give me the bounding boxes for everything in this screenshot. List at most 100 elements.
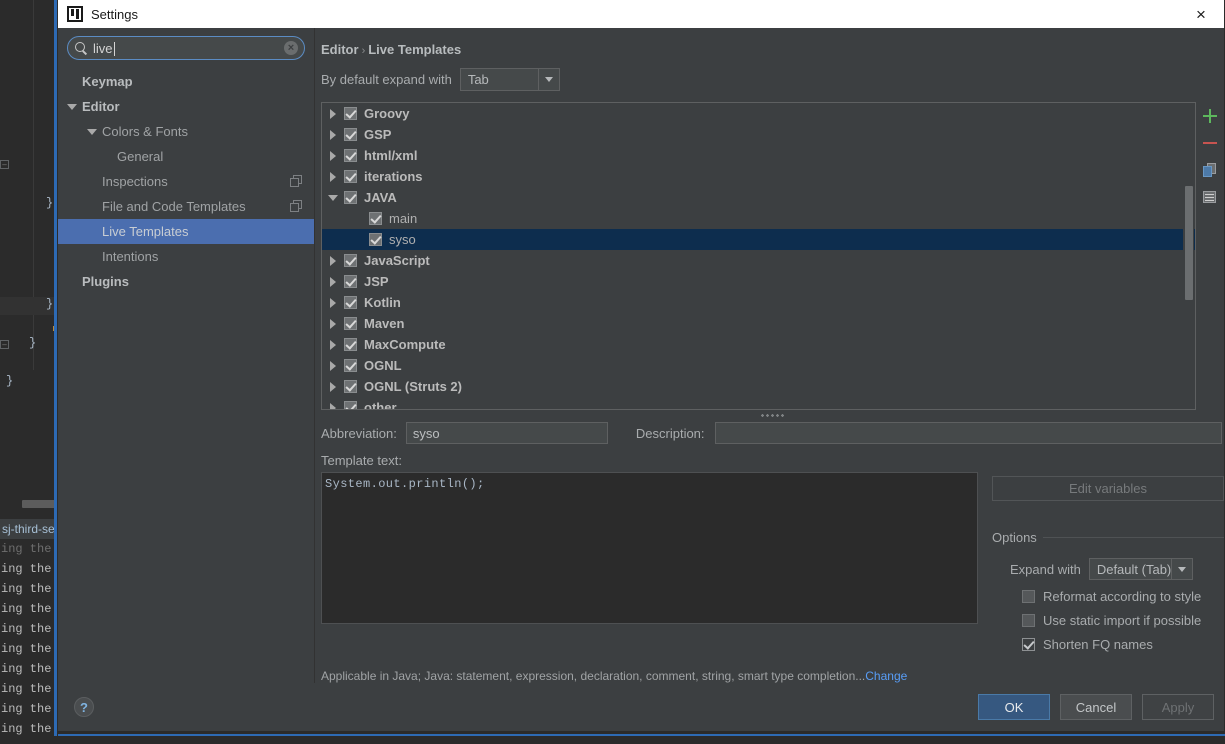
sidebar-item-colors-and-fonts[interactable]: Colors & Fonts [58,119,314,144]
duplicate-icon[interactable] [1202,189,1218,205]
sidebar-item-general[interactable]: General [58,144,314,169]
edit-variables-button[interactable]: Edit variables [992,476,1224,501]
template-text-editor[interactable]: System.out.println(); [321,472,978,624]
console-line: ing the ev [1,642,52,656]
checkbox[interactable] [344,170,357,183]
checkbox[interactable] [344,338,357,351]
chevron-right-icon[interactable] [328,318,338,329]
tree-row[interactable]: GSP [322,124,1195,145]
checkbox[interactable] [1022,590,1035,603]
tree-row[interactable]: MaxCompute [322,334,1195,355]
sidebar-item-intentions[interactable]: Intentions [58,244,314,269]
description-input[interactable] [714,422,1222,444]
templates-tree-container: Groovy GSP html/xml iterations JAVA main… [321,102,1224,410]
code-brace: } [46,297,54,311]
tree-row[interactable]: OGNL (Struts 2) [322,376,1195,397]
checkbox-label: Use static import if possible [1043,613,1202,628]
sidebar-item-inspections[interactable]: Inspections [58,169,314,194]
tree-scrollbar[interactable] [1183,104,1194,408]
checkbox[interactable] [344,128,357,141]
tree-row[interactable]: other [322,397,1195,409]
sidebar-item-editor[interactable]: Editor [58,94,314,119]
tree-row[interactable]: JavaScript [322,250,1195,271]
tree-row[interactable]: syso [322,229,1195,250]
chevron-right-icon[interactable] [328,381,338,392]
checkbox[interactable] [344,296,357,309]
copy-icon[interactable] [1202,162,1218,178]
chevron-down-icon[interactable] [328,193,338,203]
tree-row[interactable]: OGNL [322,355,1195,376]
tree-row[interactable]: iterations [322,166,1195,187]
sidebar-item-label: Live Templates [102,224,189,239]
panel-splitter[interactable] [321,410,1224,420]
add-icon[interactable] [1202,108,1218,124]
chevron-right-icon[interactable] [328,150,338,161]
chevron-right-icon[interactable] [328,276,338,287]
checkbox[interactable] [344,254,357,267]
chevron-right-icon[interactable] [328,171,338,182]
shorten-fq-names-checkbox[interactable]: Shorten FQ names [992,637,1224,652]
chevron-right-icon[interactable] [328,108,338,119]
checkbox-label: Shorten FQ names [1043,637,1153,652]
apply-button: Apply [1142,694,1214,720]
intellij-idea-icon [67,6,83,22]
chevron-down-icon[interactable] [67,102,77,112]
checkbox[interactable] [1022,614,1035,627]
sidebar-item-file-and-code-templates[interactable]: File and Code Templates [58,194,314,219]
tree-row[interactable]: Kotlin [322,292,1195,313]
checkbox[interactable] [344,275,357,288]
breadcrumb-root[interactable]: Editor [321,42,359,57]
chevron-right-icon[interactable] [328,129,338,140]
expand-with-label: Expand with [1010,561,1081,577]
expand-with-dropdown[interactable]: Default (Tab) [1088,558,1194,580]
ok-button[interactable]: OK [978,694,1050,720]
checkbox[interactable] [344,107,357,120]
sidebar-item-live-templates[interactable]: Live Templates [58,219,314,244]
abbreviation-input[interactable]: syso [405,422,608,444]
checkbox[interactable] [344,149,357,162]
chevron-right-icon[interactable] [328,360,338,371]
chevron-right-icon[interactable] [328,339,338,350]
tree-row[interactable]: JSP [322,271,1195,292]
sidebar-item-label: Plugins [82,274,129,289]
remove-icon[interactable] [1202,135,1218,151]
help-icon[interactable]: ? [74,697,94,717]
chevron-down-icon[interactable] [87,127,97,137]
chevron-down-icon[interactable] [1171,559,1192,579]
checkbox[interactable] [369,212,382,225]
close-icon[interactable]: × [1178,0,1224,28]
checkbox[interactable] [344,191,357,204]
tool-window-tab[interactable]: sj-third-ser [0,519,57,539]
checkbox[interactable] [344,380,357,393]
tree-scrollbar-thumb[interactable] [1185,186,1193,300]
checkbox[interactable] [344,401,357,409]
tree-row[interactable]: JAVA [322,187,1195,208]
checkbox[interactable] [344,359,357,372]
clear-search-icon[interactable]: × [284,41,298,55]
checkbox[interactable] [369,233,382,246]
reformat-according-to-style-checkbox[interactable]: Reformat according to style [992,589,1224,604]
sidebar-item-plugins[interactable]: Plugins [58,269,314,294]
tree-row[interactable]: main [322,208,1195,229]
default-expand-with-dropdown[interactable]: Tab [459,68,560,91]
templates-tree[interactable]: Groovy GSP html/xml iterations JAVA main… [321,102,1196,410]
checkbox[interactable] [1022,638,1035,651]
sidebar-item-keymap[interactable]: Keymap [58,69,314,94]
tree-row[interactable]: Groovy [322,103,1195,124]
tree-row[interactable]: Maven [322,313,1195,334]
chevron-down-icon[interactable] [537,69,559,90]
use-static-import-checkbox[interactable]: Use static import if possible [992,613,1224,628]
expand-with-value: Default (Tab) [1096,561,1172,577]
tree-row[interactable]: html/xml [322,145,1195,166]
chevron-right-icon[interactable] [328,255,338,266]
chevron-right-icon[interactable] [328,297,338,308]
console-line: ing the ev [1,562,52,576]
dialog-accent-bar [58,734,1225,736]
change-context-link[interactable]: Change [865,669,907,683]
chevron-right-icon[interactable] [328,402,338,409]
tree-row-label: JSP [364,274,389,289]
editor-horizontal-scrollbar[interactable] [22,500,55,508]
checkbox[interactable] [344,317,357,330]
cancel-button[interactable]: Cancel [1060,694,1132,720]
search-input[interactable]: live × [67,36,305,60]
